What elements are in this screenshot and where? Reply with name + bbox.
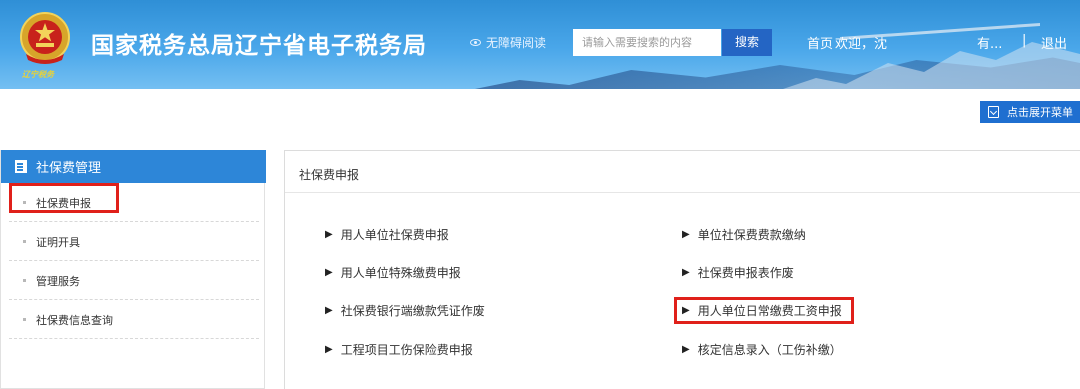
link-label: 用人单位社保费申报 — [340, 228, 449, 242]
chevron-down-icon — [988, 106, 999, 118]
sidebar-item-label: 管理服务 — [36, 274, 80, 288]
link-special-payment-declaration[interactable]: ▶ 用人单位特殊缴费申报 — [325, 264, 461, 281]
link-label: 单位社保费费款缴纳 — [697, 228, 806, 242]
panel-divider — [285, 192, 1080, 193]
link-declaration-void[interactable]: ▶ 社保费申报表作废 — [682, 264, 794, 281]
link-label: 工程项目工伤保险费申报 — [340, 343, 473, 357]
link-assessment-entry[interactable]: ▶ 核定信息录入（工伤补缴） — [682, 341, 842, 358]
highlight-box-link — [674, 297, 854, 324]
link-label: 社保费申报表作废 — [697, 266, 794, 280]
logout-link[interactable]: 退出 — [1041, 33, 1067, 52]
triangle-right-icon: ▶ — [325, 267, 333, 278]
sidebar-item-certificate-issuance[interactable]: 证明开具 — [9, 223, 259, 261]
sidebar-item-label: 社保费信息查询 — [36, 313, 113, 327]
sidebar-header: 社保费管理 — [1, 150, 266, 183]
triangle-right-icon: ▶ — [682, 229, 690, 240]
eye-icon — [470, 39, 481, 46]
bullet-icon — [23, 318, 26, 321]
site-header: 辽宁税务 国家税务总局辽宁省电子税务局 无障碍阅读 搜索 首页 欢迎，沈 有..… — [0, 0, 1080, 89]
triangle-right-icon: ▶ — [325, 229, 333, 240]
search-button[interactable]: 搜索 — [722, 29, 772, 56]
link-project-injury-insurance[interactable]: ▶ 工程项目工伤保险费申报 — [325, 341, 473, 358]
bullet-icon — [23, 279, 26, 282]
user-name: 有... — [977, 37, 1003, 52]
triangle-right-icon: ▶ — [682, 267, 690, 278]
sidebar-title: 社保费管理 — [36, 161, 102, 176]
page-root: 辽宁税务 国家税务总局辽宁省电子税务局 无障碍阅读 搜索 首页 欢迎，沈 有..… — [0, 0, 1080, 389]
triangle-right-icon: ▶ — [682, 344, 690, 355]
link-label: 用人单位特殊缴费申报 — [340, 266, 461, 280]
link-label: 核定信息录入（工伤补缴） — [697, 343, 842, 357]
emblem-subtitle: 辽宁税务 — [22, 70, 54, 79]
link-fee-payment[interactable]: ▶ 单位社保费费款缴纳 — [682, 226, 806, 243]
welcome-text: 欢迎，沈 — [835, 37, 888, 52]
nav-home-link[interactable]: 首页 — [807, 33, 833, 52]
accessibility-label: 无障碍阅读 — [486, 36, 547, 50]
bullet-icon — [23, 240, 26, 243]
highlight-box-sidebar — [9, 183, 119, 213]
link-label: 社保费银行端缴款凭证作废 — [340, 304, 485, 318]
search-input[interactable] — [573, 29, 721, 56]
site-title: 国家税务总局辽宁省电子税务局 — [91, 33, 427, 59]
triangle-right-icon: ▶ — [325, 344, 333, 355]
accessibility-reading-link[interactable]: 无障碍阅读 — [470, 34, 546, 51]
expand-menu-label: 点击展开菜单 — [1007, 106, 1073, 119]
panel-title: 社保费申报 — [299, 168, 360, 182]
document-icon — [15, 160, 27, 173]
sidebar-item-label: 证明开具 — [36, 235, 80, 249]
sidebar-item-info-query[interactable]: 社保费信息查询 — [9, 301, 259, 339]
sidebar-item-management-services[interactable]: 管理服务 — [9, 262, 259, 300]
link-employer-declaration[interactable]: ▶ 用人单位社保费申报 — [325, 226, 449, 243]
nav-separator: | — [1022, 33, 1027, 48]
tax-emblem-icon — [20, 12, 70, 64]
link-bank-voucher-void[interactable]: ▶ 社保费银行端缴款凭证作废 — [325, 302, 485, 319]
triangle-right-icon: ▶ — [325, 305, 333, 316]
expand-menu-button[interactable]: 点击展开菜单 — [980, 101, 1080, 123]
